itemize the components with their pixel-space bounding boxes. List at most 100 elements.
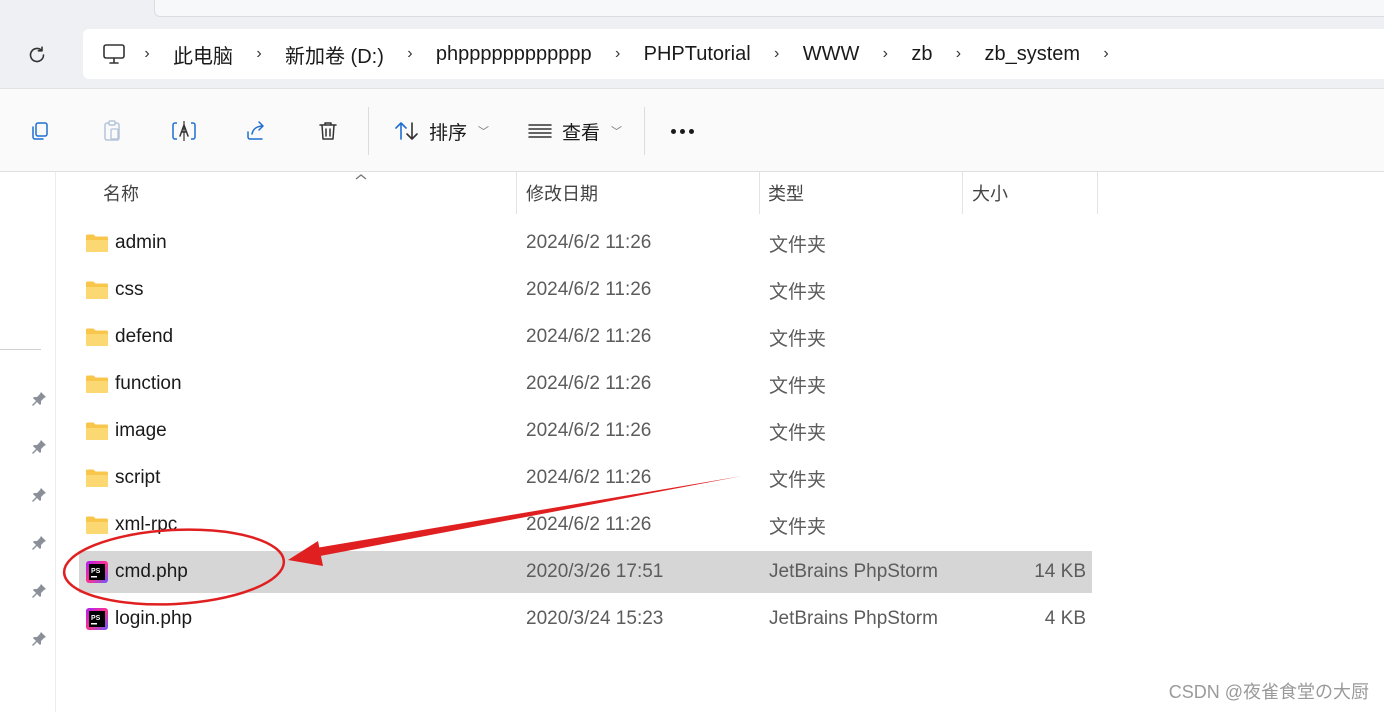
paste-icon [104, 120, 120, 141]
monitor-icon [103, 44, 125, 64]
view-button[interactable]: 查看 ﹀ [527, 115, 622, 147]
column-resize-handle[interactable] [962, 172, 963, 214]
chevron-right-icon[interactable]: › [390, 42, 430, 66]
this-pc-button[interactable] [101, 41, 127, 67]
file-modified: 2020/3/24 15:23 [526, 608, 664, 629]
file-size: 14 KB [1034, 561, 1086, 582]
folder-icon [86, 234, 108, 252]
column-name[interactable]: 名称 [103, 172, 139, 214]
breadcrumb-www[interactable]: WWW [797, 43, 866, 66]
copy-icon [32, 122, 48, 140]
sort-ascending-icon [355, 174, 367, 180]
file-modified: 2024/6/2 11:26 [526, 514, 652, 535]
breadcrumb-phpstudy[interactable]: phpppppppppppp [430, 43, 598, 66]
chevron-right-icon[interactable]: › [1086, 42, 1126, 66]
folder-icon [86, 328, 108, 346]
file-modified: 2020/3/26 17:51 [526, 561, 664, 582]
copy-button[interactable] [24, 115, 56, 147]
pin-icon[interactable] [29, 436, 49, 456]
toolbar-divider [644, 107, 645, 155]
file-modified: 2024/6/2 11:26 [526, 420, 652, 441]
toolbar-divider [368, 107, 369, 155]
file-modified: 2024/6/2 11:26 [526, 326, 652, 347]
refresh-button[interactable] [22, 40, 52, 70]
navigation-pane[interactable] [0, 172, 56, 712]
file-row[interactable]: PS login.php 2020/3/24 15:23 JetBrains P… [79, 598, 1092, 640]
breadcrumb-zb-system[interactable]: zb_system [978, 43, 1086, 66]
file-name: cmd.php [115, 561, 188, 582]
rename-icon [172, 121, 196, 141]
file-type: 文件夹 [769, 281, 827, 303]
chevron-right-icon[interactable]: › [598, 42, 638, 66]
address-row: › 此电脑 › 新加卷 (D:) › phpppppppppppp › PHPT… [0, 20, 1384, 88]
chevron-right-icon[interactable]: › [239, 42, 279, 66]
share-icon [247, 121, 264, 140]
more-options-button[interactable] [664, 115, 700, 147]
column-resize-handle[interactable] [516, 172, 517, 214]
file-type: JetBrains PhpStorm [769, 608, 938, 629]
svg-text:PS: PS [91, 615, 101, 622]
delete-button[interactable] [312, 115, 344, 147]
folder-icon [86, 516, 108, 534]
sort-button[interactable]: 排序 ﹀ [394, 115, 489, 147]
file-modified: 2024/6/2 11:26 [526, 232, 652, 253]
file-row[interactable]: defend 2024/6/2 11:26 文件夹 [79, 316, 1092, 358]
column-size[interactable]: 大小 [972, 172, 1008, 214]
nav-divider [0, 349, 41, 350]
column-resize-handle[interactable] [759, 172, 760, 214]
file-row-selected[interactable]: PS cmd.php 2020/3/26 17:51 JetBrains Php… [79, 551, 1092, 593]
file-type: JetBrains PhpStorm [769, 561, 938, 582]
file-row[interactable]: script 2024/6/2 11:26 文件夹 [79, 457, 1092, 499]
pin-icon[interactable] [29, 484, 49, 504]
chevron-down-icon: ﹀ [611, 126, 623, 138]
file-name: css [115, 279, 144, 300]
share-button[interactable] [240, 115, 272, 147]
sort-label: 排序 [429, 122, 468, 144]
file-modified: 2024/6/2 11:26 [526, 373, 652, 394]
file-name: image [115, 420, 167, 441]
pin-icon[interactable] [29, 388, 49, 408]
column-type[interactable]: 类型 [768, 172, 804, 214]
breadcrumb-this-pc[interactable]: 此电脑 [167, 40, 239, 69]
breadcrumb-drive-d[interactable]: 新加卷 (D:) [279, 40, 390, 69]
file-name: admin [115, 232, 167, 253]
file-type: 文件夹 [769, 469, 827, 491]
phpstorm-file-icon: PS [86, 561, 108, 583]
file-row[interactable]: function 2024/6/2 11:26 文件夹 [79, 363, 1092, 405]
command-bar: 排序 ﹀ 查看 ﹀ [0, 88, 1384, 172]
file-type: 文件夹 [769, 234, 827, 256]
view-icon [528, 124, 552, 138]
tab-strip [0, 0, 1384, 20]
chevron-down-icon: ﹀ [478, 126, 490, 138]
file-row[interactable]: xml-rpc 2024/6/2 11:26 文件夹 [79, 504, 1092, 546]
file-row[interactable]: image 2024/6/2 11:26 文件夹 [79, 410, 1092, 452]
watermark: CSDN @夜雀食堂の大厨 [1168, 682, 1369, 702]
chevron-right-icon[interactable]: › [865, 42, 905, 66]
file-name: defend [115, 326, 174, 347]
chevron-right-icon[interactable]: › [938, 42, 978, 66]
rename-button[interactable] [168, 115, 200, 147]
view-label: 查看 [562, 122, 601, 144]
paste-button[interactable] [96, 115, 128, 147]
file-name: function [115, 373, 182, 394]
phpstorm-file-icon: PS [86, 608, 108, 630]
column-resize-handle[interactable] [1097, 172, 1098, 214]
pin-icon[interactable] [29, 532, 49, 552]
breadcrumb-phptutorial[interactable]: PHPTutorial [638, 43, 757, 66]
column-modified[interactable]: 修改日期 [526, 172, 598, 214]
file-type: 文件夹 [769, 328, 827, 350]
folder-icon [86, 469, 108, 487]
folder-icon [86, 422, 108, 440]
column-header-row: 名称 修改日期 类型 大小 [56, 172, 1384, 214]
active-tab[interactable] [154, 0, 1384, 17]
chevron-right-icon[interactable]: › [757, 42, 797, 66]
file-row[interactable]: admin 2024/6/2 11:26 文件夹 [79, 222, 1092, 264]
pin-icon[interactable] [29, 580, 49, 600]
file-modified: 2024/6/2 11:26 [526, 279, 652, 300]
pin-icon[interactable] [29, 628, 49, 648]
address-bar[interactable]: › 此电脑 › 新加卷 (D:) › phpppppppppppp › PHPT… [83, 29, 1384, 79]
file-row[interactable]: css 2024/6/2 11:26 文件夹 [79, 269, 1092, 311]
file-type: 文件夹 [769, 516, 827, 538]
chevron-right-icon[interactable]: › [127, 42, 167, 66]
breadcrumb-zb[interactable]: zb [905, 43, 938, 66]
